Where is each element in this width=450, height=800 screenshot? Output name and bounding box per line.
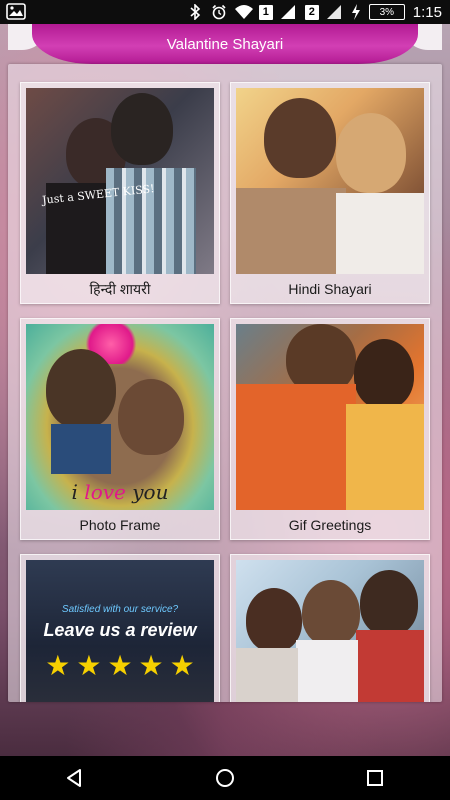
- review-title: Leave us a review: [43, 620, 197, 640]
- couple-kiss-image: Just a SWEET KISS!: [26, 88, 214, 274]
- page-title: Valantine Shayari: [32, 24, 418, 64]
- review-subtitle: Satisfied with our service?: [61, 604, 179, 615]
- recents-icon[interactable]: [353, 756, 397, 800]
- menu-card-label: Hindi Shayari: [288, 281, 372, 297]
- rating-stars: ★ ★ ★ ★ ★: [26, 652, 214, 680]
- app-header: Valantine Shayari: [8, 24, 442, 68]
- couple-hug-image: [236, 324, 424, 510]
- wifi-icon: [234, 4, 253, 20]
- app-notification-icon: [6, 3, 26, 20]
- menu-card-friends[interactable]: [230, 554, 430, 702]
- star-icon: ★: [169, 650, 195, 681]
- charging-icon: [351, 4, 361, 20]
- menu-card-hindi-shayari-devanagari[interactable]: Just a SWEET KISS! हिन्दी शायरी: [20, 82, 220, 304]
- menu-card-label: Gif Greetings: [288, 517, 372, 533]
- battery-level: 3%: [379, 6, 395, 18]
- star-icon: ★: [76, 650, 102, 681]
- sim2-badge: 2: [304, 4, 319, 20]
- navigation-bar: [0, 756, 450, 800]
- sim1-badge: 1: [258, 4, 273, 20]
- couple-embrace-image: [236, 88, 424, 274]
- back-icon[interactable]: [53, 756, 97, 800]
- signal-icon: [280, 4, 297, 20]
- review-banner-image: Satisfied with our service? Leave us a r…: [26, 560, 214, 702]
- menu-card-rate-us[interactable]: Satisfied with our service? Leave us a r…: [20, 554, 220, 702]
- star-icon: ★: [45, 650, 71, 681]
- status-bar: 1 2 3% 1:15: [0, 0, 450, 24]
- battery-icon: 3%: [368, 4, 405, 20]
- bluetooth-icon: [187, 3, 203, 21]
- menu-card-label: हिन्दी शायरी: [89, 280, 151, 297]
- alarm-icon: [211, 4, 227, 20]
- home-icon[interactable]: [203, 756, 247, 800]
- menu-card-gif-greetings[interactable]: Gif Greetings: [230, 318, 430, 540]
- star-icon: ★: [107, 650, 133, 681]
- menu-card-photo-frame[interactable]: i love you Photo Frame: [20, 318, 220, 540]
- menu-card-label: Photo Frame: [79, 517, 161, 533]
- friends-group-image: [236, 560, 424, 702]
- clock: 1:15: [412, 3, 442, 21]
- menu-card-hindi-shayari[interactable]: Hindi Shayari: [230, 82, 430, 304]
- menu-grid: Just a SWEET KISS! हिन्दी शायरी Hindi Sh…: [8, 64, 442, 702]
- heart-frame-image: i love you: [26, 324, 214, 510]
- star-icon: ★: [138, 650, 164, 681]
- image-caption: i love you: [71, 480, 169, 504]
- signal-icon: [326, 4, 343, 20]
